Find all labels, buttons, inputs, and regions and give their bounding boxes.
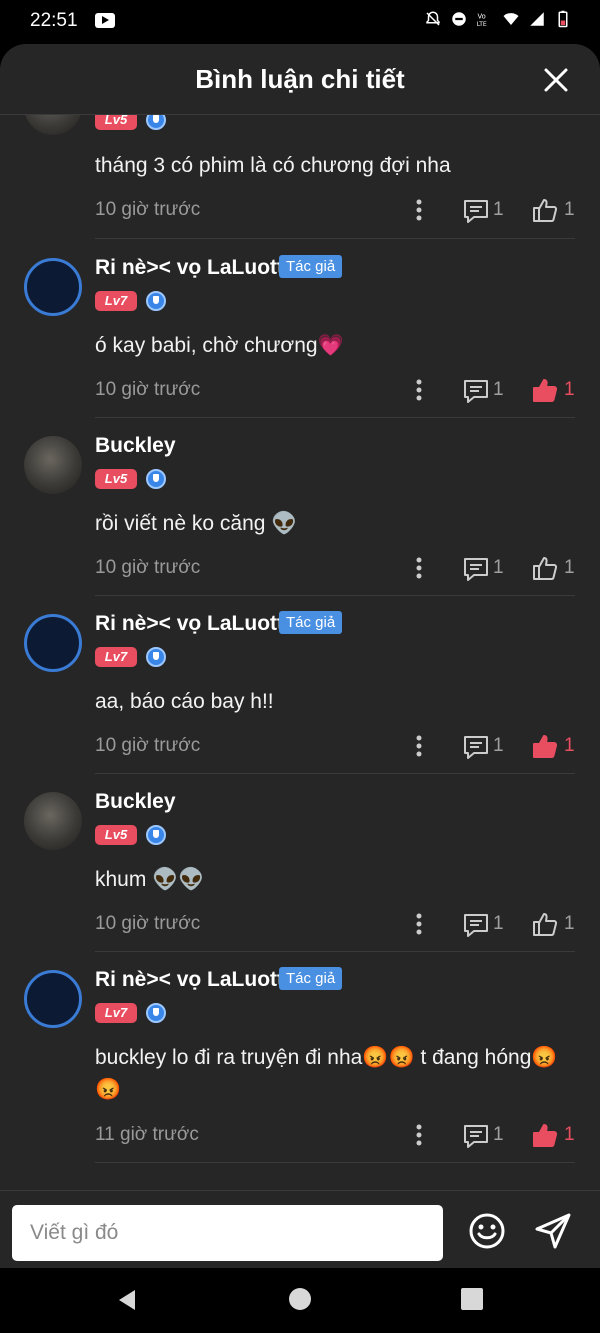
- level-badge: Lv5: [95, 115, 137, 130]
- comment-time: 11 giờ trước: [95, 1124, 199, 1145]
- comment-time: 10 giờ trước: [95, 735, 201, 756]
- header: Bình luận chi tiết: [0, 44, 600, 115]
- nav-home-icon[interactable]: [289, 1288, 311, 1310]
- author-tag: Tác giả: [279, 611, 343, 634]
- avatar[interactable]: [24, 970, 82, 1028]
- volte-icon: VoLTE: [477, 12, 487, 28]
- more-vert-icon[interactable]: [410, 556, 428, 580]
- thumbs-up-icon[interactable]: [531, 376, 559, 404]
- avatar[interactable]: [24, 436, 82, 494]
- composer-bar: [0, 1190, 600, 1268]
- comment-username[interactable]: Buckley: [95, 434, 176, 458]
- reply-count: 1: [493, 913, 504, 934]
- author-tag: Tác giả: [279, 967, 343, 990]
- like-count: 1: [564, 199, 575, 220]
- shield-badge-icon: [146, 291, 166, 311]
- thumbs-up-icon[interactable]: [531, 196, 559, 224]
- like-count: 1: [564, 735, 575, 756]
- dnd-icon: [452, 12, 466, 26]
- reply-count: 1: [493, 735, 504, 756]
- comment-panel: Bình luận chi tiết Lv5 tháng 3 có phim l…: [0, 44, 600, 1268]
- status-bar: 22:51 Vo LTE: [0, 0, 600, 44]
- shield-badge-icon: [146, 469, 166, 489]
- like-count: 1: [564, 379, 575, 400]
- avatar[interactable]: [24, 792, 82, 850]
- thumbs-up-icon[interactable]: [531, 1121, 559, 1149]
- nav-recent-icon[interactable]: [461, 1288, 483, 1310]
- send-icon[interactable]: [533, 1211, 573, 1251]
- more-vert-icon[interactable]: [410, 734, 428, 758]
- comment-icon[interactable]: [462, 556, 490, 582]
- comment-time: 10 giờ trước: [95, 913, 201, 934]
- like-count: 1: [564, 557, 575, 578]
- thumbs-up-icon[interactable]: [531, 910, 559, 938]
- author-tag: Tác giả: [279, 255, 343, 278]
- comment-username[interactable]: Ri nè>< vọ LaLuott: [95, 968, 284, 992]
- more-vert-icon[interactable]: [410, 1123, 428, 1147]
- divider: [95, 595, 575, 596]
- divider: [95, 1162, 575, 1163]
- level-badge: Lv5: [95, 825, 137, 845]
- comment-input[interactable]: [12, 1205, 443, 1261]
- shield-badge-icon: [146, 115, 166, 130]
- divider: [95, 773, 575, 774]
- comment-icon[interactable]: [462, 378, 490, 404]
- level-badge: Lv7: [95, 647, 137, 667]
- wifi-icon: [503, 13, 519, 25]
- like-count: 1: [564, 1124, 575, 1145]
- system-nav-bar: [0, 1268, 600, 1333]
- avatar[interactable]: [24, 258, 82, 316]
- shield-badge-icon: [146, 647, 166, 667]
- status-time: 22:51: [30, 10, 78, 31]
- comment-text: ó kay babi, chờ chương💗: [95, 334, 344, 357]
- more-vert-icon[interactable]: [410, 198, 428, 222]
- more-vert-icon[interactable]: [410, 378, 428, 402]
- comment-icon[interactable]: [462, 734, 490, 760]
- avatar[interactable]: [24, 115, 82, 135]
- comment-username[interactable]: Ri nè>< vọ LaLuott: [95, 256, 284, 280]
- comment-icon[interactable]: [462, 1123, 490, 1149]
- comment-username[interactable]: Ri nè>< vọ LaLuott: [95, 612, 284, 636]
- level-badge: Lv7: [95, 291, 137, 311]
- divider: [95, 417, 575, 418]
- reply-count: 1: [493, 199, 504, 220]
- divider: [95, 238, 575, 239]
- emoji-icon[interactable]: [467, 1211, 507, 1251]
- svg-text:LTE: LTE: [477, 21, 487, 28]
- comment-username[interactable]: Buckley: [95, 790, 176, 814]
- comment-time: 10 giờ trước: [95, 199, 201, 220]
- reply-count: 1: [493, 1124, 504, 1145]
- close-icon[interactable]: [542, 66, 570, 94]
- more-vert-icon[interactable]: [410, 912, 428, 936]
- like-count: 1: [564, 913, 575, 934]
- comment-text: aa, báo cáo bay h!!: [95, 690, 274, 713]
- divider: [95, 951, 575, 952]
- comment-time: 10 giờ trước: [95, 379, 201, 400]
- signal-icon: [530, 12, 544, 26]
- status-icons: Vo LTE: [424, 10, 572, 28]
- shield-badge-icon: [146, 1003, 166, 1023]
- thumbs-up-icon[interactable]: [531, 732, 559, 760]
- comment-text: rồi viết nè ko căng 👽: [95, 512, 298, 535]
- battery-icon: [558, 10, 568, 28]
- comment-icon[interactable]: [462, 912, 490, 938]
- page-title: Bình luận chi tiết: [195, 64, 405, 94]
- level-badge: Lv7: [95, 1003, 137, 1023]
- comment-icon[interactable]: [462, 198, 490, 224]
- avatar[interactable]: [24, 614, 82, 672]
- notifications-off-icon: [426, 11, 440, 26]
- shield-badge-icon: [146, 825, 166, 845]
- comment-list[interactable]: Lv5 tháng 3 có phim là có chương đợi nha…: [0, 115, 600, 1195]
- nav-back-icon[interactable]: [115, 1288, 139, 1312]
- comment-time: 10 giờ trước: [95, 557, 201, 578]
- reply-count: 1: [493, 557, 504, 578]
- comment-text: khum 👽👽: [95, 868, 205, 891]
- svg-text:Vo: Vo: [478, 12, 486, 20]
- comment-text: tháng 3 có phim là có chương đợi nha: [95, 154, 451, 177]
- comment-text: buckley lo đi ra truyện đi nha😡😡 t đang …: [95, 1046, 558, 1101]
- youtube-icon: [95, 13, 115, 28]
- thumbs-up-icon[interactable]: [531, 554, 559, 582]
- reply-count: 1: [493, 379, 504, 400]
- level-badge: Lv5: [95, 469, 137, 489]
